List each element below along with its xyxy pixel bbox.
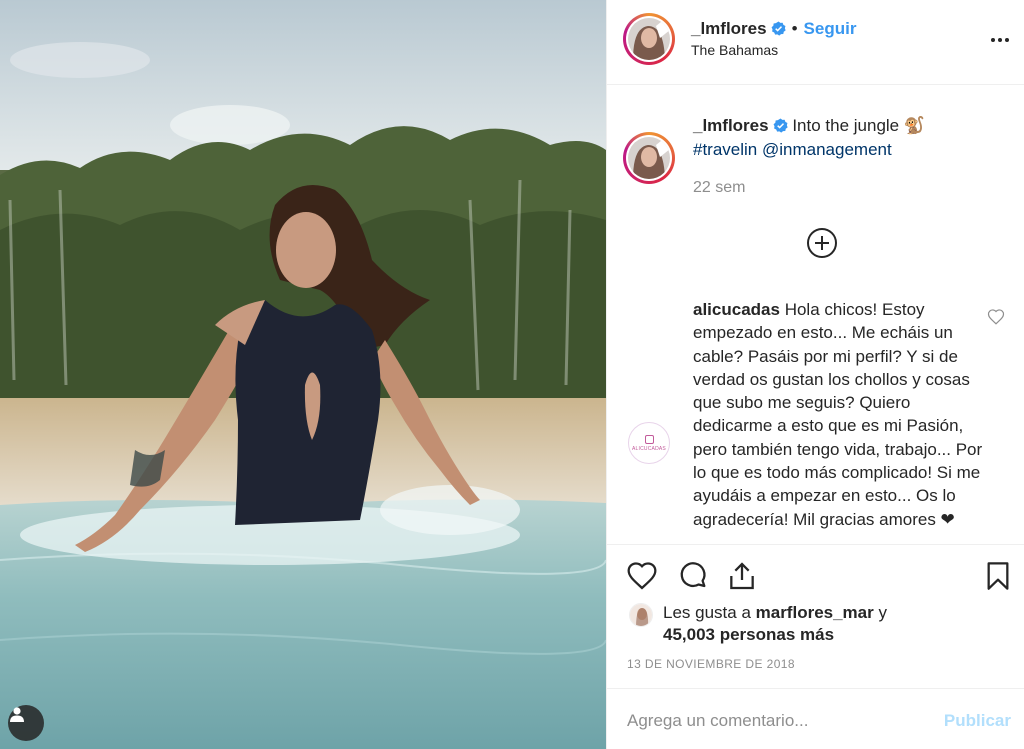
comment-input[interactable] <box>627 709 927 733</box>
commenter-avatar[interactable]: ALICUCADAS <box>628 422 670 464</box>
comment-icon[interactable] <box>677 560 709 592</box>
post-location[interactable]: The Bahamas <box>691 42 778 58</box>
likes-text: Les gusta a marflores_mar y 45,003 perso… <box>663 602 963 646</box>
verified-icon <box>773 116 788 133</box>
follow-button[interactable]: Seguir <box>804 19 857 38</box>
share-icon[interactable] <box>726 560 758 592</box>
heart-icon[interactable] <box>626 560 658 592</box>
caption-time: 22 sem <box>693 179 746 196</box>
author-username[interactable]: _lmflores <box>691 19 767 38</box>
publish-button[interactable]: Publicar <box>944 711 1011 731</box>
post-date[interactable]: 13 DE NOVIEMBRE DE 2018 <box>627 657 795 671</box>
post-photo[interactable] <box>0 0 606 749</box>
author-avatar[interactable] <box>623 13 675 65</box>
post-side-panel: _lmflores • Seguir The Bahamas _lmflores I… <box>606 0 1024 749</box>
caption-tags[interactable]: #travelin @inmanagement <box>693 140 892 159</box>
user-tag-icon[interactable] <box>8 705 44 741</box>
caption-username[interactable]: _lmflores <box>693 116 769 135</box>
likes-mid: y <box>873 603 887 622</box>
post-header: _lmflores • Seguir The Bahamas <box>607 0 1024 85</box>
bookmark-icon[interactable] <box>982 560 1014 592</box>
caption-avatar[interactable] <box>623 132 675 184</box>
load-more-comments-icon[interactable] <box>806 227 838 259</box>
more-options-icon[interactable] <box>991 30 1011 50</box>
caption-text: _lmflores Into the jungle 🐒 #travelin @i… <box>693 114 1003 162</box>
add-comment-form: Publicar <box>607 688 1024 749</box>
liker-username[interactable]: marflores_mar <box>756 603 874 622</box>
comments-list[interactable]: _lmflores Into the jungle 🐒 #travelin @i… <box>607 86 1024 544</box>
likes-prefix: Les gusta a <box>663 603 756 622</box>
comment-like-heart-icon[interactable] <box>987 308 1005 326</box>
likes-count[interactable]: 45,003 personas más <box>663 625 834 644</box>
photo-scene <box>0 0 606 749</box>
verified-icon <box>771 21 786 36</box>
comment-text: alicucadas Hola chicos! Estoy empezado e… <box>693 298 983 531</box>
commenter-username[interactable]: alicucadas <box>693 300 780 319</box>
comment-body: Hola chicos! Estoy empezado en esto... M… <box>693 300 983 529</box>
caption-body: Into the jungle 🐒 <box>792 116 926 135</box>
liker-avatar[interactable] <box>629 603 653 627</box>
separator-dot: • <box>791 19 798 38</box>
commenter-avatar-text: ALICUCADAS <box>632 445 666 452</box>
action-bar <box>607 544 1024 606</box>
